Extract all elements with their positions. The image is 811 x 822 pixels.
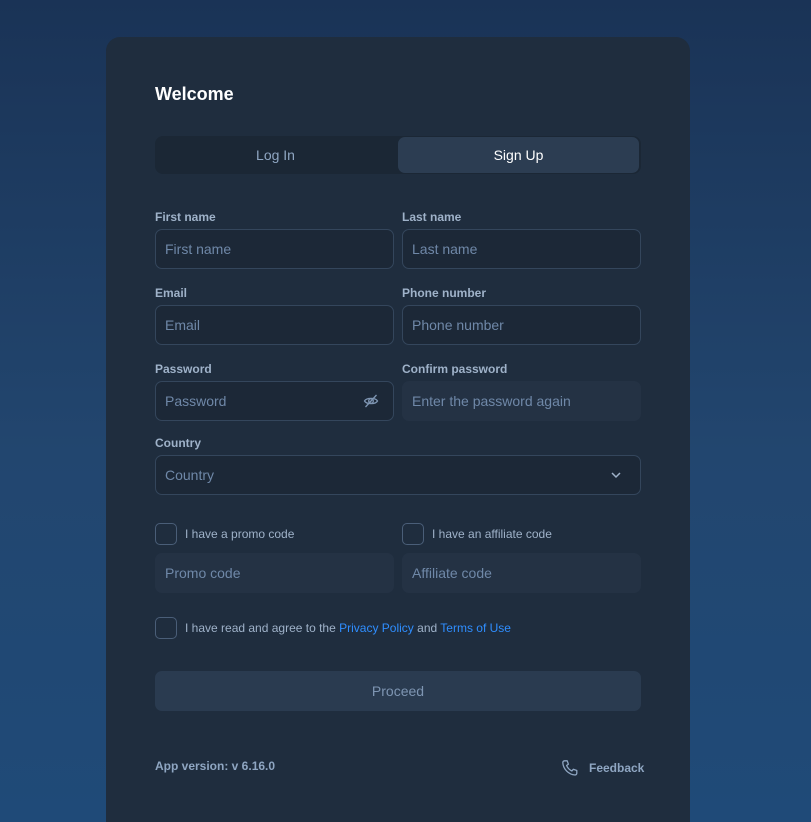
eye-off-icon[interactable] bbox=[363, 393, 379, 409]
affiliate-checkbox[interactable] bbox=[402, 523, 424, 545]
country-group: Country Country bbox=[155, 435, 641, 495]
email-group: Email Email bbox=[155, 285, 394, 345]
phone-label: Phone number bbox=[402, 286, 487, 300]
tab-log-in[interactable]: Log In bbox=[155, 136, 396, 174]
affiliate-check-row: I have an affiliate code bbox=[402, 523, 552, 545]
password-group: Password Password bbox=[155, 361, 394, 421]
auth-tabs: Log In Sign Up bbox=[155, 136, 641, 174]
phone-icon bbox=[562, 760, 578, 776]
confirm-password-label: Confirm password bbox=[402, 362, 508, 376]
email-field[interactable]: Email bbox=[155, 305, 394, 345]
page-title: Welcome bbox=[155, 84, 234, 104]
proceed-button[interactable]: Proceed bbox=[155, 671, 641, 711]
confirm-password-field[interactable]: Enter the password again bbox=[402, 381, 641, 421]
agreement-text: I have read and agree to the Privacy Pol… bbox=[185, 621, 511, 635]
terms-of-use-link[interactable]: Terms of Use bbox=[440, 621, 511, 635]
last-name-label: Last name bbox=[402, 210, 462, 224]
first-name-group: First name First name bbox=[155, 209, 394, 269]
signup-card: Welcome Log In Sign Up First name First … bbox=[106, 37, 690, 822]
tab-sign-up[interactable]: Sign Up bbox=[398, 137, 639, 173]
privacy-policy-link[interactable]: Privacy Policy bbox=[339, 621, 414, 635]
chevron-down-icon bbox=[610, 471, 622, 479]
password-label: Password bbox=[155, 362, 212, 376]
promo-checkbox-label: I have a promo code bbox=[185, 527, 295, 541]
phone-field[interactable]: Phone number bbox=[402, 305, 641, 345]
first-name-field[interactable]: First name bbox=[155, 229, 394, 269]
affiliate-checkbox-label: I have an affiliate code bbox=[432, 527, 552, 541]
last-name-field[interactable]: Last name bbox=[402, 229, 641, 269]
agreement-text-before: I have read and agree to the bbox=[185, 621, 340, 635]
promo-checkbox[interactable] bbox=[155, 523, 177, 545]
feedback-button[interactable]: Feedback bbox=[561, 759, 644, 777]
password-placeholder: Password bbox=[165, 393, 227, 409]
phone-group: Phone number Phone number bbox=[402, 285, 641, 345]
feedback-label: Feedback bbox=[589, 761, 645, 775]
agreement-checkbox[interactable] bbox=[155, 617, 177, 639]
first-name-label: First name bbox=[155, 210, 216, 224]
country-placeholder: Country bbox=[165, 467, 215, 483]
app-version: App version: v 6.16.0 bbox=[155, 759, 276, 773]
last-name-group: Last name Last name bbox=[402, 209, 641, 269]
password-field[interactable]: Password bbox=[155, 381, 394, 421]
email-label: Email bbox=[155, 286, 188, 300]
confirm-password-group: Confirm password Enter the password agai… bbox=[402, 361, 641, 421]
country-select[interactable]: Country bbox=[155, 455, 641, 495]
promo-code-field[interactable]: Promo code bbox=[155, 553, 394, 593]
promo-check-row: I have a promo code bbox=[155, 523, 294, 545]
agreement-and-text: and bbox=[413, 621, 441, 635]
country-label: Country bbox=[155, 436, 201, 450]
promo-code-group: Promo code bbox=[155, 553, 394, 593]
affiliate-code-field[interactable]: Affiliate code bbox=[402, 553, 641, 593]
affiliate-code-group: Affiliate code bbox=[402, 553, 641, 593]
agreement-row: I have read and agree to the Privacy Pol… bbox=[155, 617, 511, 639]
